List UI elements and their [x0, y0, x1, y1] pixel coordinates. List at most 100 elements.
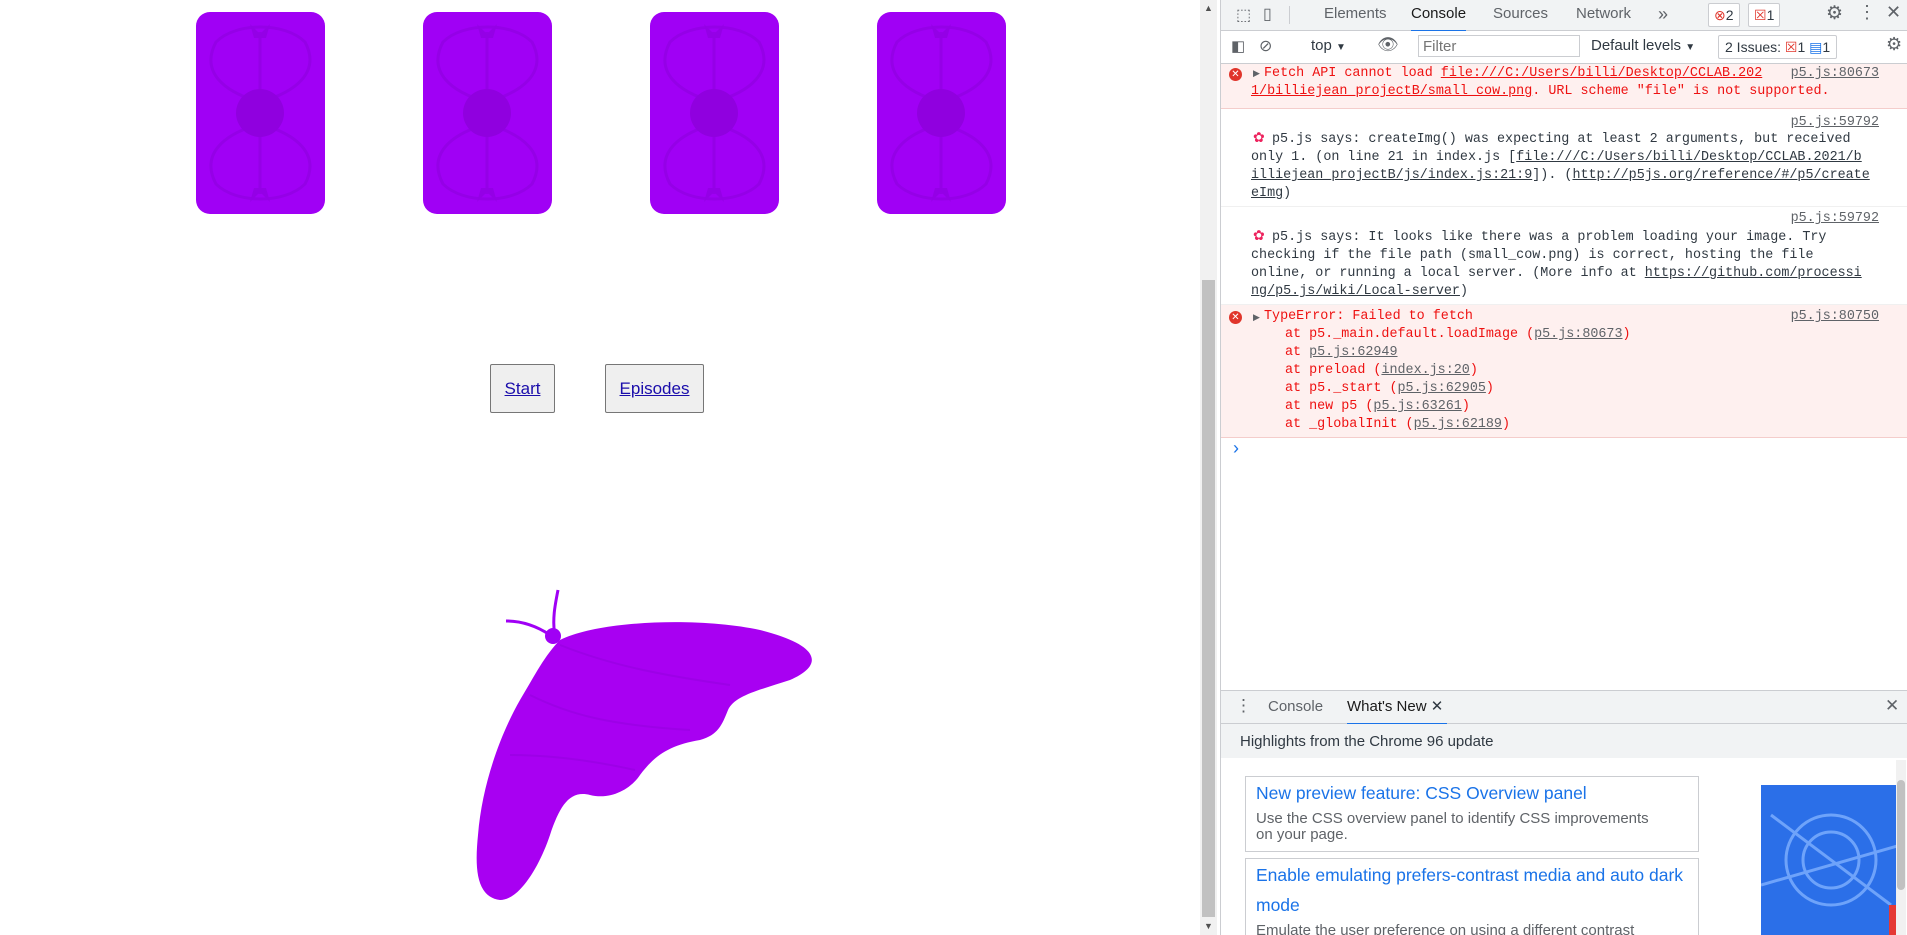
device-toolbar-icon[interactable]: ▯: [1263, 4, 1272, 24]
source-link[interactable]: p5.js:80750: [1791, 308, 1879, 326]
feature-card[interactable]: Enable emulating prefers-contrast media …: [1245, 858, 1699, 935]
stack-frame: at p5._start (p5.js:62905): [1285, 380, 1494, 398]
card-back: [877, 12, 1006, 214]
console-prompt[interactable]: ›: [1233, 438, 1893, 462]
close-tab-icon[interactable]: ✕: [1431, 698, 1444, 715]
issue-info-count: 1: [1822, 39, 1831, 55]
reference-link[interactable]: http://p5js.org/reference/#/p5/create: [1572, 168, 1869, 183]
console-message-log: p5.js:59792 ✿ p5.js says: createImg() wa…: [1221, 109, 1907, 207]
scroll-up-icon[interactable]: ▲: [1200, 0, 1217, 17]
tab-divider: [1289, 6, 1290, 24]
scroll-down-icon[interactable]: ▼: [1200, 918, 1217, 935]
filter-input[interactable]: [1418, 35, 1580, 57]
scroll-thumb[interactable]: [1897, 780, 1905, 890]
issues-count-badge[interactable]: ☒1: [1748, 3, 1781, 27]
message-line: Fetch API cannot load: [1264, 66, 1441, 81]
moth-image: [476, 589, 812, 900]
stack-frame: at new p5 (p5.js:63261): [1285, 398, 1470, 416]
error-count-badge[interactable]: ⊗2: [1708, 3, 1740, 27]
message-line: ]). (: [1532, 168, 1573, 183]
message-text: p5.js says: createImg() was expecting at…: [1272, 132, 1851, 147]
issue-info-icon: ▤: [1809, 39, 1823, 55]
clear-console-icon[interactable]: ⊘: [1259, 36, 1272, 56]
card-back: [650, 12, 779, 214]
feature-title[interactable]: Enable emulating prefers-contrast media …: [1256, 865, 1683, 886]
drawer-menu-icon[interactable]: ⋮: [1235, 696, 1252, 716]
message-text: only 1. (on line 21 in index.js [file://…: [1251, 149, 1862, 167]
tab-sources[interactable]: Sources: [1493, 0, 1548, 30]
feature-card[interactable]: New preview feature: CSS Overview panel …: [1245, 776, 1699, 852]
feature-title[interactable]: mode: [1256, 895, 1300, 916]
drawer-tab-console[interactable]: Console: [1268, 693, 1323, 723]
docs-link[interactable]: https://github.com/processi: [1645, 266, 1862, 281]
issue-count: 1: [1766, 7, 1775, 23]
levels-dropdown[interactable]: Default levels ▼: [1591, 37, 1695, 54]
stack-link[interactable]: p5.js:62949: [1309, 345, 1397, 360]
error-icon: ⊗: [1714, 7, 1726, 23]
tab-elements[interactable]: Elements: [1324, 0, 1387, 30]
page-scrollbar[interactable]: ▲ ▼: [1200, 0, 1217, 935]
sidebar-toggle-icon[interactable]: ◧: [1231, 37, 1245, 55]
expand-triangle-icon[interactable]: ▶: [1253, 309, 1260, 327]
expand-triangle-icon[interactable]: ▶: [1253, 65, 1260, 83]
message-line: . URL scheme "file" is not supported.: [1532, 84, 1830, 99]
source-link[interactable]: p5.js:59792: [1791, 114, 1879, 132]
file-link[interactable]: file:///C:/Users/billi/Desktop/CCLAB.202: [1441, 66, 1762, 81]
source-link[interactable]: p5.js:80673: [1791, 65, 1879, 83]
console-message-log: p5.js:59792 ✿ p5.js says: It looks like …: [1221, 207, 1907, 305]
stack-link[interactable]: p5.js:80673: [1534, 327, 1622, 342]
message-text: online, or running a local server. (More…: [1251, 265, 1862, 283]
reference-link[interactable]: eImg: [1251, 186, 1283, 201]
file-link[interactable]: 1/billiejean_projectB/small_cow.png: [1251, 84, 1532, 99]
context-selector[interactable]: top ▼: [1311, 37, 1346, 54]
stack-text: at p5._main.default.loadImage (: [1285, 327, 1535, 342]
stack-link[interactable]: p5.js:62189: [1414, 417, 1502, 432]
more-tabs-icon[interactable]: »: [1658, 0, 1668, 30]
stack-text: ): [1469, 363, 1478, 378]
console-settings-icon[interactable]: ⚙: [1886, 34, 1902, 55]
docs-link[interactable]: ng/p5.js/wiki/Local-server: [1251, 284, 1460, 299]
eye-icon[interactable]: 👁: [1377, 35, 1399, 55]
inspect-element-icon[interactable]: ⬚: [1236, 5, 1251, 25]
source-link[interactable]: p5.js:59792: [1791, 210, 1879, 228]
error-icon: ✕: [1229, 311, 1242, 324]
stack-text: ): [1622, 327, 1631, 342]
levels-label: Default levels: [1591, 37, 1682, 54]
stack-frame: at _globalInit (p5.js:62189): [1285, 416, 1510, 434]
message-line: only 1. (on line 21 in index.js [: [1251, 150, 1517, 165]
more-options-icon[interactable]: ⋮: [1858, 2, 1876, 23]
stack-frame: at p5._main.default.loadImage (p5.js:806…: [1285, 326, 1631, 344]
close-devtools-icon[interactable]: ✕: [1886, 2, 1901, 23]
context-label: top: [1311, 37, 1332, 54]
drawer-scrollbar[interactable]: [1896, 760, 1906, 935]
stack-text: at _globalInit (: [1285, 417, 1414, 432]
episodes-button[interactable]: Episodes: [605, 364, 704, 413]
message-text: p5.js says: It looks like there was a pr…: [1272, 230, 1827, 245]
stack-text: ): [1501, 417, 1511, 432]
tab-console[interactable]: Console: [1411, 0, 1467, 32]
stack-frame: at preload (index.js:20): [1285, 362, 1478, 380]
console-message-error: ✕ ▶ TypeError: Failed to fetch p5.js:807…: [1221, 305, 1907, 438]
tab-network[interactable]: Network: [1576, 0, 1631, 30]
scroll-thumb[interactable]: [1202, 280, 1215, 917]
start-button[interactable]: Start: [490, 364, 555, 413]
card-back: [423, 12, 552, 214]
close-drawer-icon[interactable]: ✕: [1885, 696, 1899, 716]
file-link[interactable]: file:///C:/Users/billi/Desktop/CCLAB.202…: [1516, 150, 1862, 165]
stack-link[interactable]: p5.js:62905: [1398, 381, 1486, 396]
issue-error-icon: ☒: [1784, 39, 1798, 55]
drawer-tab-label: What's New: [1347, 698, 1427, 715]
issues-label: 2 Issues:: [1725, 39, 1782, 55]
whats-new-heading: Highlights from the Chrome 96 update: [1221, 724, 1907, 758]
stack-text: at preload (: [1285, 363, 1382, 378]
flower-icon: ✿: [1253, 131, 1265, 147]
stack-link[interactable]: p5.js:63261: [1373, 399, 1461, 414]
stack-link[interactable]: index.js:20: [1381, 363, 1469, 378]
file-link[interactable]: illiejean_projectB/js/index.js:21:9: [1251, 168, 1532, 183]
feature-title[interactable]: New preview feature: CSS Overview panel: [1256, 783, 1587, 804]
error-count: 2: [1725, 7, 1734, 23]
error-title: TypeError: Failed to fetch: [1264, 309, 1473, 324]
issues-button[interactable]: 2 Issues: ☒1 ▤1: [1718, 35, 1838, 59]
settings-gear-icon[interactable]: ⚙: [1826, 2, 1843, 25]
drawer-tab-whats-new[interactable]: What's New ✕: [1347, 693, 1448, 725]
